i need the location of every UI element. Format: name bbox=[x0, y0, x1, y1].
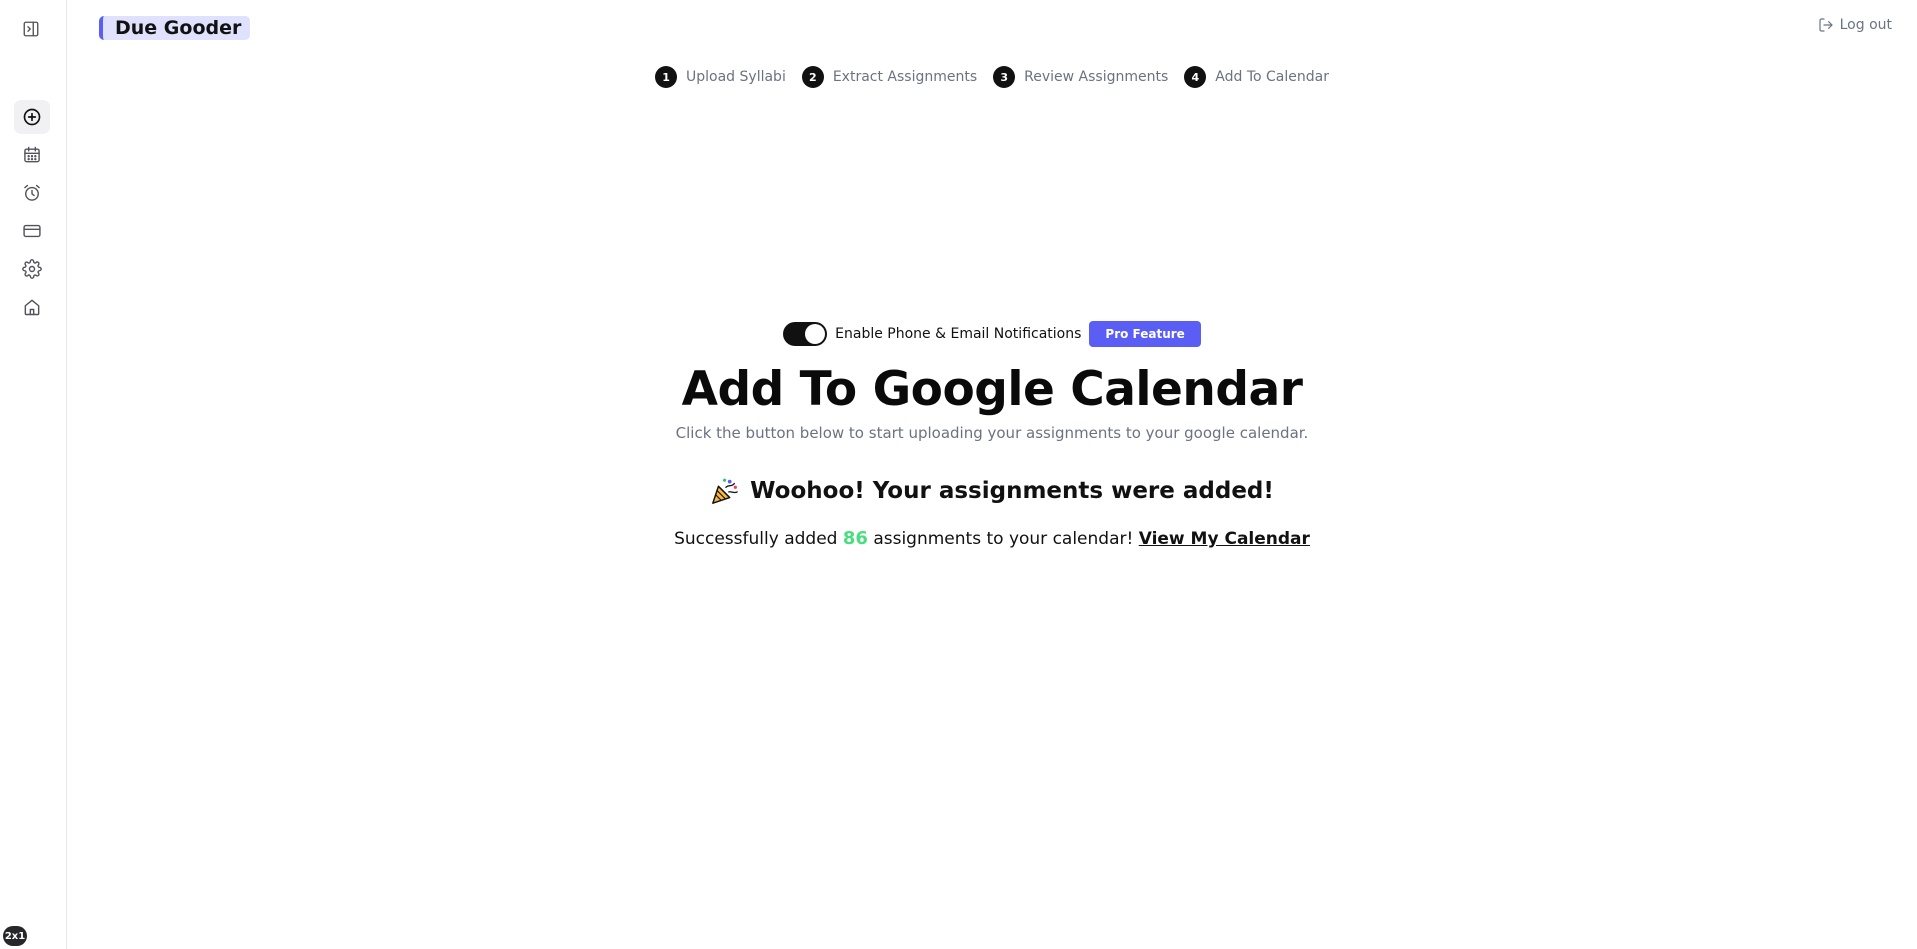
sidebar-item-reminders[interactable] bbox=[14, 176, 50, 210]
app-logo[interactable]: Due Gooder bbox=[99, 16, 251, 40]
step-upload-syllabi[interactable]: 1 Upload Syllabi bbox=[655, 66, 786, 88]
success-heading: Woohoo! Your assignments were added! bbox=[67, 476, 1917, 506]
main-content: Enable Phone & Email Notifications Pro F… bbox=[67, 320, 1917, 549]
credit-card-icon bbox=[23, 224, 41, 238]
home-icon bbox=[24, 299, 40, 316]
plus-circle-icon bbox=[23, 108, 41, 126]
assignment-count: 86 bbox=[842, 528, 868, 549]
party-popper-icon bbox=[712, 478, 738, 504]
step-number: 4 bbox=[1184, 66, 1207, 88]
notifications-label: Enable Phone & Email Notifications bbox=[835, 326, 1082, 342]
calendar-icon bbox=[24, 146, 40, 163]
success-heading-text: Woohoo! Your assignments were added! bbox=[750, 478, 1274, 504]
view-calendar-link[interactable]: View My Calendar bbox=[1139, 529, 1310, 549]
notifications-row: Enable Phone & Email Notifications Pro F… bbox=[67, 320, 1917, 348]
step-label: Upload Syllabi bbox=[686, 69, 786, 85]
step-extract-assignments[interactable]: 2 Extract Assignments bbox=[801, 66, 978, 88]
sidebar-item-home[interactable] bbox=[14, 290, 50, 324]
step-number: 2 bbox=[801, 66, 824, 88]
sidebar-nav bbox=[14, 100, 50, 328]
success-message: Successfully added 86 assignments to you… bbox=[67, 528, 1917, 549]
toggle-knob bbox=[805, 324, 826, 344]
sidebar-toggle-icon[interactable] bbox=[20, 18, 42, 40]
page-title: Add To Google Calendar bbox=[681, 362, 1303, 417]
sidebar-item-calendar[interactable] bbox=[14, 138, 50, 172]
success-suffix: assignments to your calendar! bbox=[873, 529, 1134, 549]
notifications-toggle[interactable] bbox=[783, 322, 828, 346]
pro-feature-badge[interactable]: Pro Feature bbox=[1089, 321, 1201, 347]
sidebar-item-settings[interactable] bbox=[14, 252, 50, 286]
sidebar-item-add[interactable] bbox=[14, 100, 50, 134]
step-number: 1 bbox=[655, 66, 678, 88]
step-label: Add To Calendar bbox=[1215, 69, 1329, 85]
page-subtitle: Click the button below to start uploadin… bbox=[675, 424, 1309, 442]
step-add-to-calendar[interactable]: 4 Add To Calendar bbox=[1184, 66, 1329, 88]
zoom-badge[interactable]: 2x1 bbox=[3, 926, 27, 946]
sidebar: 2x1 bbox=[0, 0, 67, 949]
logout-label: Log out bbox=[1839, 17, 1892, 33]
step-number: 3 bbox=[993, 66, 1016, 88]
logout-button[interactable]: Log out bbox=[1818, 17, 1892, 33]
progress-stepper: 1 Upload Syllabi 2 Extract Assignments 3… bbox=[67, 66, 1917, 88]
success-prefix: Successfully added bbox=[674, 529, 838, 549]
gear-icon bbox=[22, 259, 42, 279]
sidebar-item-billing[interactable] bbox=[14, 214, 50, 248]
step-label: Review Assignments bbox=[1024, 69, 1169, 85]
step-review-assignments[interactable]: 3 Review Assignments bbox=[993, 66, 1168, 88]
logout-icon bbox=[1819, 18, 1833, 32]
alarm-clock-icon bbox=[24, 184, 40, 201]
step-label: Extract Assignments bbox=[832, 69, 978, 85]
